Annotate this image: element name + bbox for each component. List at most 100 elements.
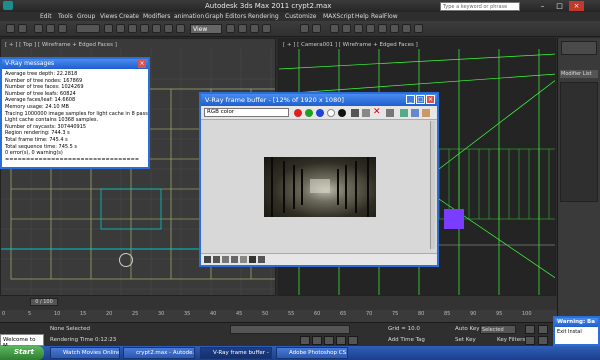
selection-filter-dropdown[interactable] [76,24,100,33]
viewcube-icon[interactable] [119,253,133,267]
set-key-button[interactable]: Set Key [455,337,476,343]
viewport-label[interactable]: [ + ] [ Top ] [ Wireframe + Edged Faces … [5,42,117,48]
task-3dsmax[interactable]: crypt2.max - Autode... [123,347,195,359]
material-editor-icon[interactable] [366,24,375,33]
pan-icon[interactable] [538,325,548,334]
curve-editor-icon[interactable] [342,24,351,33]
prev-frame-icon[interactable] [312,336,322,345]
track-bar[interactable]: 0 5 10 15 20 25 30 35 40 45 50 55 60 65 … [0,310,557,322]
time-slider[interactable]: 0 / 100 [30,298,58,306]
task-photoshop[interactable]: Adobe Photoshop CS... [276,347,348,359]
menu-maxscript[interactable]: MAXScript [323,13,354,20]
add-time-tag-button[interactable]: Add Time Tag [388,337,425,343]
goto-end-icon[interactable] [348,336,358,345]
render-setup-icon[interactable] [378,24,387,33]
selected-dropdown[interactable]: Selected [480,325,516,334]
unlink-icon[interactable] [46,24,55,33]
channel-select[interactable]: RGB color [204,108,289,117]
region-select-icon[interactable] [128,24,137,33]
command-tabs[interactable] [561,41,597,55]
mirror-icon[interactable] [300,24,309,33]
link-icon[interactable] [34,24,43,33]
menu-animation[interactable]: animation [174,13,204,20]
app-logo-icon[interactable] [3,1,13,10]
menu-tools[interactable]: Tools [58,13,73,20]
alpha-channel-icon[interactable] [327,109,335,117]
color-correction-icon[interactable] [204,256,211,263]
blue-channel-icon[interactable] [316,109,324,117]
reference-coord-dropdown[interactable]: View [190,24,222,34]
bind-icon[interactable] [58,24,67,33]
lut-icon[interactable] [213,256,220,263]
menu-rendering[interactable]: Rendering [248,13,279,20]
layer-icon[interactable] [330,24,339,33]
maximize-icon[interactable]: □ [416,95,425,104]
percent-snap-icon[interactable] [262,24,271,33]
schematic-icon[interactable] [354,24,363,33]
menu-customize[interactable]: Customize [285,13,317,20]
task-browser[interactable]: Watch Movies Online ... [50,347,120,359]
clear-icon[interactable]: ✕ [373,107,381,117]
close-button[interactable]: × [569,1,584,11]
vray-messages-titlebar[interactable]: V-Ray messages × [2,59,148,69]
lens-effects-icon[interactable] [249,256,256,263]
menu-edit[interactable]: Edit [40,13,52,20]
mono-channel-icon[interactable] [338,109,346,117]
menu-group[interactable]: Group [77,13,95,20]
task-vfb[interactable]: V-Ray frame buffer - ... [200,347,272,359]
green-channel-icon[interactable] [305,109,313,117]
pivot-icon[interactable] [226,24,235,33]
minimize-icon[interactable]: _ [406,95,415,104]
region-render-icon[interactable] [400,109,408,117]
menu-graph-editors[interactable]: Graph Editors [205,13,246,20]
modifier-stack[interactable] [560,82,598,202]
next-frame-icon[interactable] [336,336,346,345]
realflow-icon[interactable] [414,24,423,33]
move-icon[interactable] [152,24,161,33]
track-mouse-icon[interactable] [386,109,394,117]
scale-icon[interactable] [176,24,185,33]
start-button[interactable]: Start [0,346,44,360]
rotate-icon[interactable] [164,24,173,33]
angle-snap-icon[interactable] [250,24,259,33]
menu-create[interactable]: Create [119,13,139,20]
snap-icon[interactable] [238,24,247,33]
maxscript-listener[interactable]: Welcome to M [0,334,44,349]
coordinate-fields[interactable] [230,325,350,334]
menu-help[interactable]: Help [355,13,369,20]
menu-views[interactable]: Views [100,13,117,20]
viewport-label[interactable]: [ + ] [ Camera001 ] [ Wireframe + Edged … [283,42,418,48]
render-last-icon[interactable] [411,109,419,117]
save-icon[interactable] [351,109,359,117]
align-icon[interactable] [312,24,321,33]
close-icon[interactable]: × [138,60,146,68]
settings-icon[interactable] [258,256,265,263]
menu-modifiers[interactable]: Modifiers [143,13,170,20]
zoom-icon[interactable] [525,325,535,334]
select-by-name-icon[interactable] [116,24,125,33]
vfb-titlebar[interactable]: V-Ray frame buffer - [12% of 1920 x 1080… [201,94,437,106]
vfb-scrollbar[interactable] [430,121,435,249]
render-canvas[interactable] [203,121,435,249]
stamp-icon[interactable] [231,256,238,263]
select-icon[interactable] [104,24,113,33]
close-icon[interactable]: × [426,95,435,104]
info-icon[interactable] [222,256,229,263]
search-input[interactable]: Type a keyword or phrase [440,2,520,11]
maximize-button[interactable]: □ [552,1,567,11]
auto-key-button[interactable]: Auto Key [455,326,480,332]
history-icon[interactable] [240,256,247,263]
render-frame-icon[interactable] [390,24,399,33]
modifier-list-dropdown[interactable]: Modifier List [560,70,598,78]
render-icon[interactable] [402,24,411,33]
maximize-viewport-icon[interactable] [538,336,548,345]
goto-start-icon[interactable] [300,336,310,345]
play-icon[interactable] [324,336,334,345]
orbit-icon[interactable] [525,336,535,345]
minimize-button[interactable]: – [535,1,550,11]
clone-icon[interactable] [362,109,370,117]
undo-icon[interactable] [6,24,15,33]
teapot-icon[interactable] [422,109,430,117]
menu-realflow[interactable]: RealFlow [371,13,398,20]
warning-balloon[interactable]: Warning: Ba Exit Instal [553,316,600,346]
